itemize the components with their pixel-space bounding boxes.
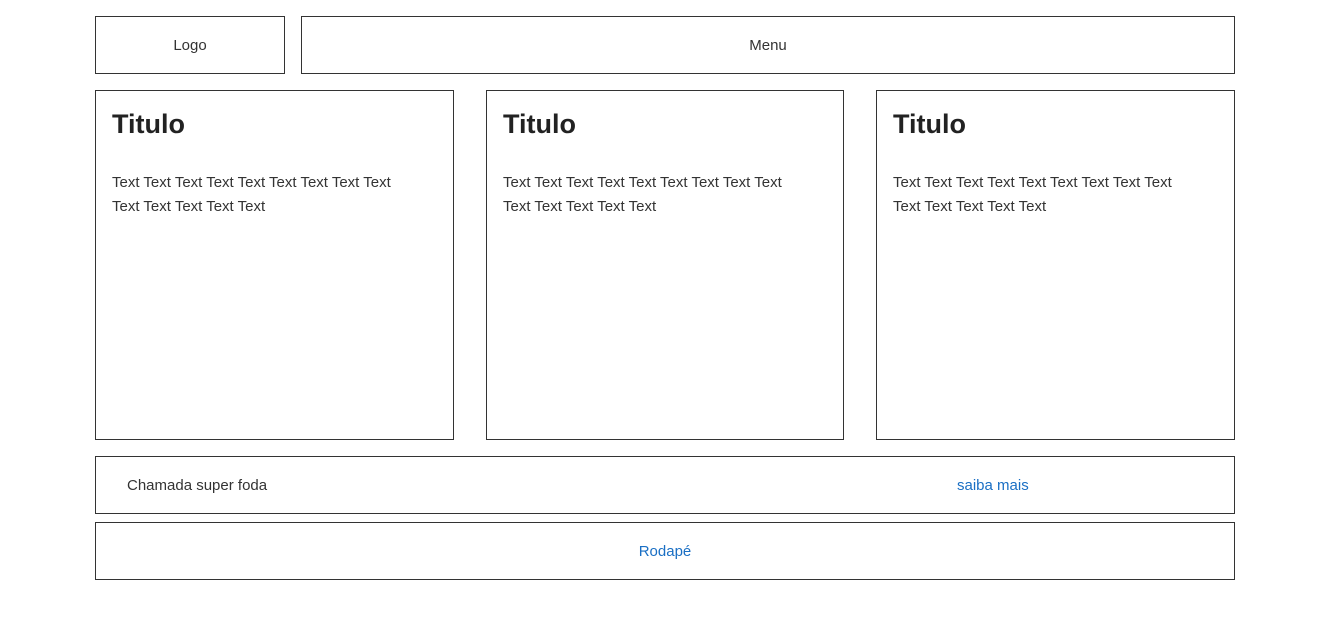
card-1: Titulo Text Text Text Text Text Text Tex…: [95, 90, 454, 440]
footer-link[interactable]: Rodapé: [639, 543, 692, 560]
logo-label: Logo: [173, 36, 207, 54]
card-title: Titulo: [893, 109, 966, 139]
menu[interactable]: Menu: [301, 16, 1235, 74]
call-to-action-text: Chamada super foda: [127, 476, 268, 494]
call-to-action-bar: Chamada super foda saiba mais: [95, 456, 1235, 514]
card-3: Titulo Text Text Text Text Text Text Tex…: [876, 90, 1235, 440]
learn-more-link[interactable]: saiba mais: [957, 457, 1029, 513]
card-text: Text Text Text Text Text Text Text Text …: [893, 174, 1172, 215]
card-2: Titulo Text Text Text Text Text Text Tex…: [486, 90, 844, 440]
card-title: Titulo: [503, 109, 576, 139]
card-text: Text Text Text Text Text Text Text Text …: [503, 174, 782, 215]
menu-label: Menu: [749, 36, 787, 54]
card-title: Titulo: [112, 109, 185, 139]
footer: Rodapé: [95, 522, 1235, 580]
logo[interactable]: Logo: [95, 16, 285, 74]
card-text: Text Text Text Text Text Text Text Text …: [112, 174, 391, 215]
